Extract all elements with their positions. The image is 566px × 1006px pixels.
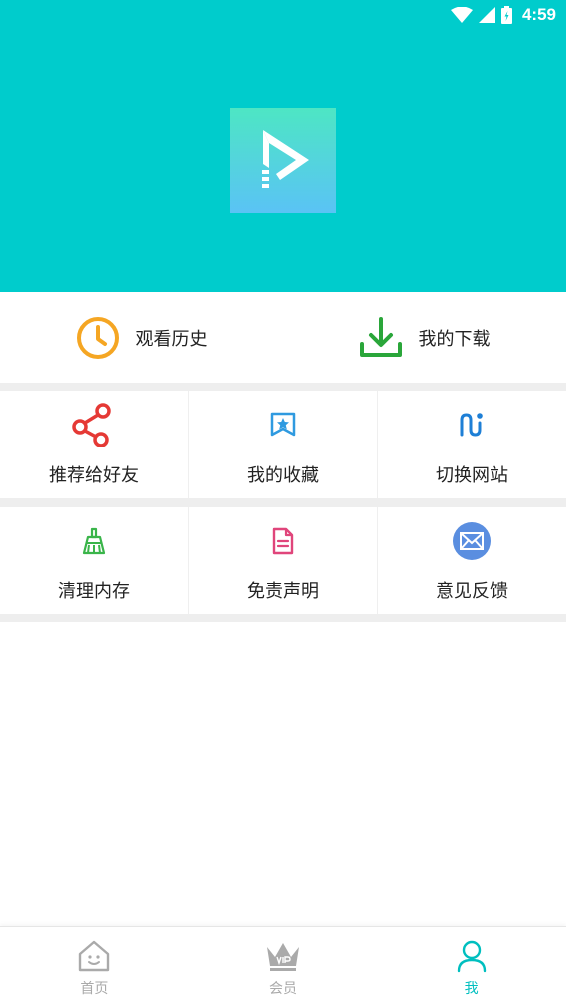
- vip-crown-icon: [267, 943, 299, 971]
- share-icon: [72, 403, 111, 447]
- status-time: 4:59: [521, 5, 556, 24]
- disclaimer-button[interactable]: 免责声明: [189, 507, 378, 614]
- recommend-friends-label: 推荐给好友: [49, 465, 139, 486]
- mail-icon: [453, 522, 491, 560]
- battery-icon: [500, 6, 512, 24]
- watch-history-label: 观看历史: [135, 328, 208, 350]
- download-icon: [359, 316, 402, 357]
- broom-icon: [82, 527, 106, 555]
- tab-home[interactable]: 首页: [0, 927, 189, 1006]
- quick-actions: 观看历史 我的下载: [0, 292, 566, 383]
- app-logo-play-icon: [230, 108, 336, 213]
- cell-signal-icon: [478, 7, 495, 23]
- my-downloads-button[interactable]: 我的下载: [283, 292, 566, 383]
- divider: [0, 383, 566, 391]
- disclaimer-label: 免责声明: [247, 581, 319, 602]
- clear-memory-label: 清理内存: [58, 581, 130, 602]
- wifi-icon: [450, 7, 473, 23]
- clock-icon: [76, 316, 119, 359]
- bookmark-star-icon: [270, 412, 296, 437]
- divider: [0, 614, 566, 622]
- menu-row-2: 清理内存 免责声明 意见反馈: [0, 507, 566, 614]
- recommend-friends-button[interactable]: 推荐给好友: [0, 391, 189, 498]
- home-icon: [79, 940, 110, 972]
- document-icon: [272, 527, 294, 555]
- switch-site-label: 切换网站: [436, 465, 508, 486]
- tab-vip-label: 会员: [269, 981, 297, 997]
- bottom-tab-bar: 首页 会员 我: [0, 926, 566, 1006]
- feedback-button[interactable]: 意见反馈: [378, 507, 566, 614]
- watch-history-button[interactable]: 观看历史: [0, 292, 283, 383]
- tab-me[interactable]: 我: [377, 927, 566, 1006]
- tab-home-label: 首页: [80, 981, 109, 997]
- switch-route-icon: [460, 413, 483, 437]
- profile-header: 4:59: [0, 0, 566, 292]
- my-favorites-label: 我的收藏: [247, 465, 319, 486]
- switch-site-button[interactable]: 切换网站: [378, 391, 566, 498]
- status-bar: 4:59: [450, 0, 566, 30]
- tab-me-label: 我: [464, 981, 479, 997]
- clear-memory-button[interactable]: 清理内存: [0, 507, 189, 614]
- divider: [0, 498, 566, 507]
- my-favorites-button[interactable]: 我的收藏: [189, 391, 378, 498]
- menu-row-1: 推荐给好友 我的收藏 切换网站: [0, 391, 566, 498]
- user-icon: [457, 940, 486, 973]
- tab-vip[interactable]: 会员: [189, 927, 378, 1006]
- my-downloads-label: 我的下载: [418, 328, 491, 350]
- feedback-label: 意见反馈: [436, 581, 508, 602]
